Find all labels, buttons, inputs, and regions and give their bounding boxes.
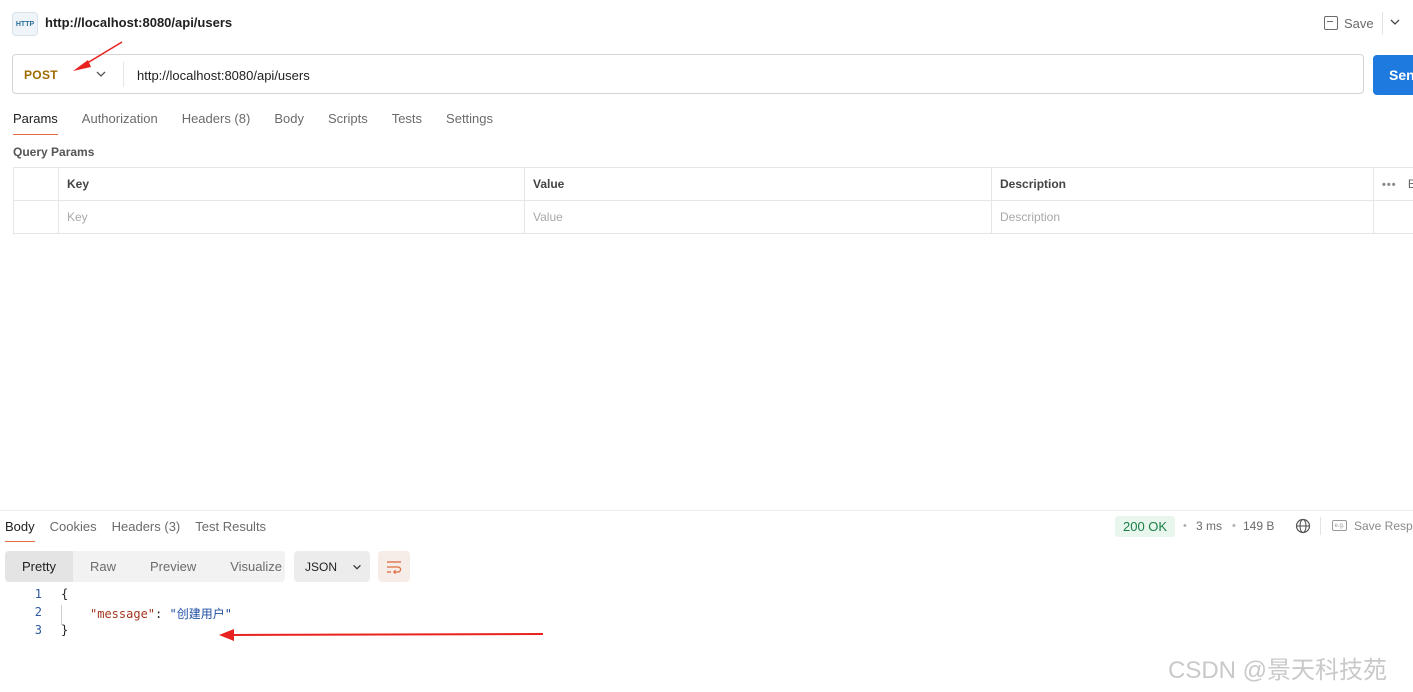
watermark: CSDN @景天科技苑 [1168,657,1388,684]
annotation-arrow-response [219,629,544,641]
annotation-arrow-method [73,41,123,71]
annotation-arrows [73,41,544,641]
